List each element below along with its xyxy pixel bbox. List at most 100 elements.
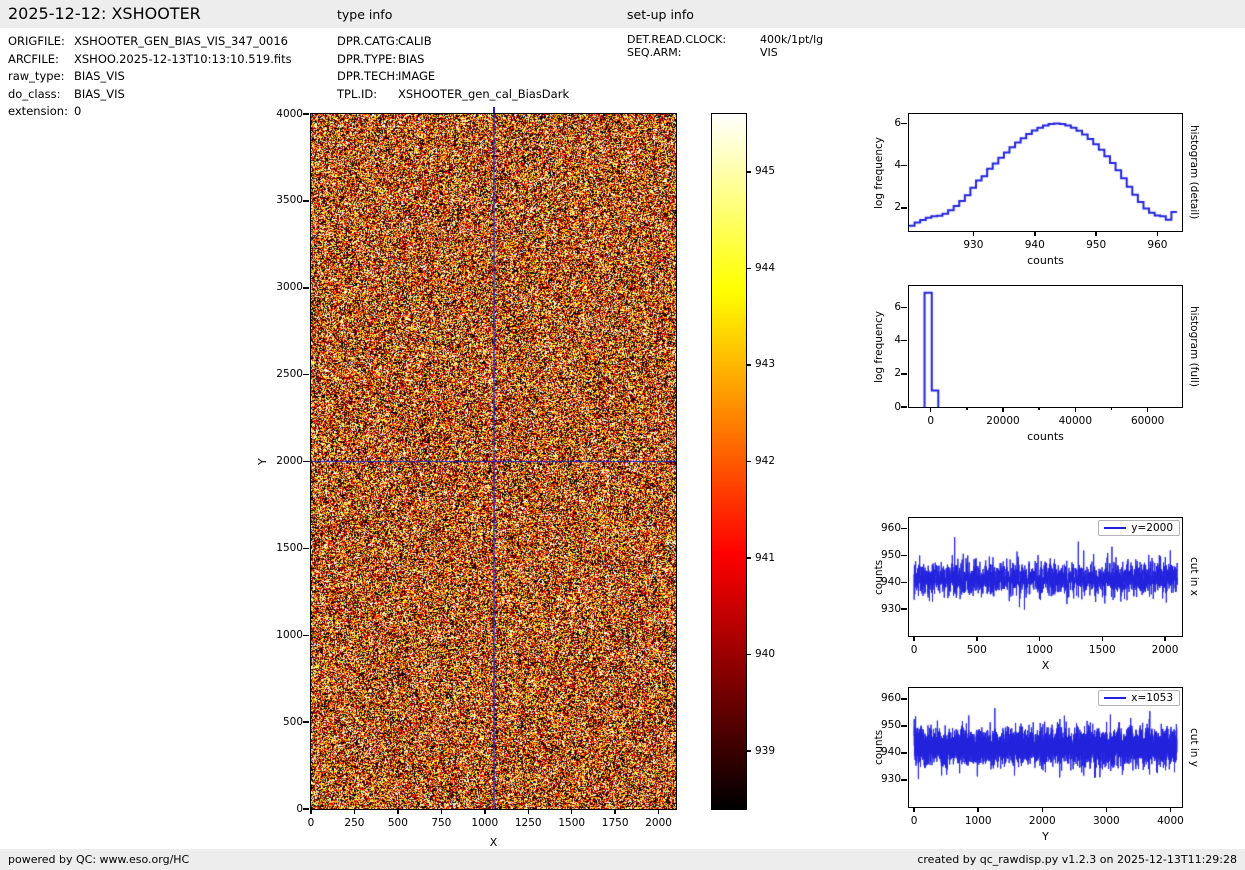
tick-mark bbox=[1095, 231, 1097, 236]
tick-label: 4 bbox=[894, 334, 901, 347]
tick-mark bbox=[1041, 807, 1044, 812]
info-value: CALIB bbox=[398, 34, 432, 48]
qc-rawdisp-page: 2025-12-12: XSHOOTER type info set-up in… bbox=[0, 0, 1245, 870]
tick-mark bbox=[929, 407, 932, 412]
tick-mark bbox=[746, 653, 751, 656]
tick-mark bbox=[746, 750, 751, 752]
tick-label: 20000 bbox=[986, 415, 1020, 427]
type-info-heading: type info bbox=[337, 7, 393, 22]
cut-x-side-label: cut in x bbox=[1188, 557, 1200, 597]
tick-label: 60000 bbox=[1130, 415, 1165, 427]
info-label: extension: bbox=[8, 104, 68, 118]
tick-mark bbox=[303, 373, 309, 376]
tick-mark bbox=[303, 547, 309, 550]
tick-mark bbox=[1164, 636, 1166, 641]
tick-label: 940 bbox=[1024, 239, 1045, 251]
tick-mark bbox=[901, 608, 907, 610]
footer-bar: powered by QC: www.eso.org/HC created by… bbox=[0, 849, 1245, 870]
tick-label: 4000 bbox=[276, 107, 303, 120]
tick-label: 940 bbox=[880, 575, 901, 588]
tick-label: 950 bbox=[880, 549, 901, 562]
tick-mark bbox=[1074, 407, 1077, 412]
histogram-detail-plot: log frequency histogram (detail) counts … bbox=[873, 113, 1200, 267]
info-row: DPR.TECH: IMAGE bbox=[337, 68, 569, 86]
tick-mark bbox=[614, 809, 616, 814]
info-value: XSHOOTER_GEN_BIAS_VIS_347_0016 bbox=[74, 34, 288, 48]
tick-mark bbox=[901, 122, 907, 125]
tick-label: 3500 bbox=[276, 194, 303, 207]
info-value: 400k/1pt/lg bbox=[760, 33, 824, 46]
info-row: TPL.ID: XSHOOTER_gen_cal_BiasDark bbox=[337, 86, 569, 104]
footer-powered-by: powered by QC: www.eso.org/HC bbox=[8, 853, 190, 866]
tick-mark bbox=[966, 407, 968, 410]
tick-label: 943 bbox=[755, 358, 776, 371]
main-x-axis-label: X bbox=[489, 836, 498, 849]
tick-mark bbox=[901, 306, 907, 309]
tick-mark bbox=[901, 164, 907, 167]
tick-label: 2 bbox=[894, 201, 901, 214]
tick-mark bbox=[1156, 231, 1159, 236]
tick-mark bbox=[901, 725, 907, 727]
tick-label: 1000 bbox=[276, 628, 303, 641]
tick-mark bbox=[1034, 231, 1036, 236]
tick-mark bbox=[303, 721, 309, 723]
info-label: do_class: bbox=[8, 86, 61, 101]
info-value: XSHOO.2025-12-13T10:13:10.519.fits bbox=[74, 51, 292, 66]
tick-label: 2000 bbox=[645, 817, 672, 829]
info-value: XSHOOTER_gen_cal_BiasDark bbox=[398, 86, 570, 101]
crosshair-x-marker bbox=[493, 107, 495, 113]
header-bar: 2025-12-12: XSHOOTER type info set-up in… bbox=[0, 0, 1245, 28]
tick-label: 3000 bbox=[276, 281, 303, 294]
tick-mark bbox=[353, 809, 356, 814]
tick-mark bbox=[976, 636, 978, 641]
tick-label: 940 bbox=[880, 746, 901, 759]
info-label: ARCFILE: bbox=[8, 51, 59, 66]
cut-x-legend: y=2000 bbox=[1098, 520, 1180, 536]
type-info-block: DPR.CATG: CALIB DPR.TYPE: BIAS DPR.TECH: IMAG… bbox=[337, 33, 569, 103]
tick-label: 2000 bbox=[1151, 644, 1179, 656]
tick-mark bbox=[303, 200, 309, 202]
bias-image-plot: Y X 0 250 500 750 1000 1250 1500 1750 2000 0 500 10… bbox=[256, 107, 677, 849]
tick-mark bbox=[913, 636, 915, 641]
cut-y-legend-label: x=1053 bbox=[1131, 692, 1173, 704]
tick-mark bbox=[303, 113, 309, 115]
tick-mark bbox=[972, 231, 975, 236]
tick-mark bbox=[901, 554, 907, 557]
tick-mark bbox=[440, 809, 443, 814]
tick-label: 1000 bbox=[964, 815, 992, 827]
info-row: extension: 0 bbox=[8, 103, 292, 121]
tick-label: 0 bbox=[927, 415, 935, 427]
info-value: VIS bbox=[760, 46, 778, 59]
info-value: 0 bbox=[74, 104, 82, 118]
setup-info-block: DET.READ.CLOCK: 400k/1pt/lg SEQ.ARM: VIS bbox=[627, 33, 823, 59]
info-row: DPR.CATG: CALIB bbox=[337, 33, 569, 51]
tick-label: 939 bbox=[755, 744, 776, 757]
tick-label: 930 bbox=[880, 602, 901, 615]
tick-mark bbox=[746, 171, 751, 173]
tick-label: 4 bbox=[894, 159, 901, 172]
info-value: BIAS_VIS bbox=[74, 69, 125, 83]
tick-label: 960 bbox=[1147, 239, 1168, 251]
tick-mark bbox=[657, 809, 660, 814]
info-value: BIAS_VIS bbox=[74, 86, 125, 101]
footer-created-by: created by qc_rawdisp.py v1.2.3 on 2025-… bbox=[917, 853, 1237, 866]
tick-mark bbox=[1169, 807, 1172, 812]
histogram-full-plot: log frequency histogram (full) counts 02… bbox=[873, 285, 1200, 443]
tick-label: 1500 bbox=[1088, 644, 1116, 656]
tick-mark bbox=[1110, 407, 1113, 410]
tick-label: 930 bbox=[963, 239, 984, 251]
legend-line-icon bbox=[1104, 697, 1127, 699]
colorbar: 939 940 941 942 943 944 945 bbox=[711, 113, 775, 810]
tick-mark bbox=[397, 809, 399, 814]
tick-label: 930 bbox=[880, 773, 901, 786]
tick-label: 945 bbox=[755, 165, 776, 178]
tick-label: 0 bbox=[910, 644, 918, 656]
tick-label: 2500 bbox=[276, 368, 303, 381]
info-row: SEQ.ARM: VIS bbox=[627, 46, 823, 59]
tick-label: 942 bbox=[755, 455, 776, 467]
tick-mark bbox=[901, 406, 907, 408]
cut-in-y-plot: x=1053 counts cut in y Y 0 1000 2000 3000 40… bbox=[873, 687, 1200, 843]
info-row: ARCFILE: XSHOO.2025-12-13T10:13:10.519.fi… bbox=[8, 51, 292, 69]
tick-label: 0 bbox=[894, 400, 901, 413]
tick-mark bbox=[570, 809, 573, 814]
